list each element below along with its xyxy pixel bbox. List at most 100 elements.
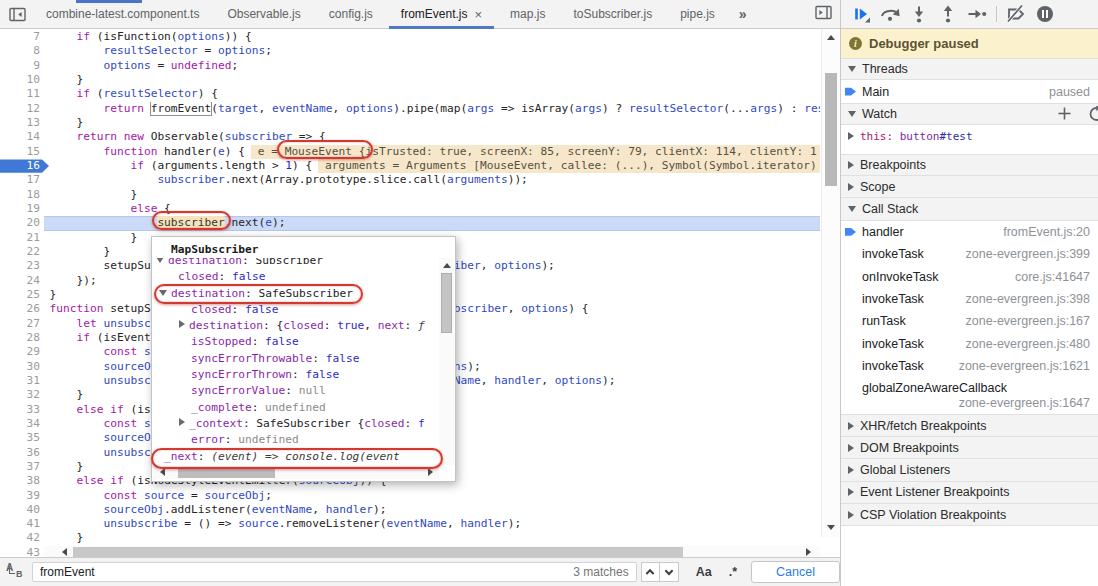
popup-property-row[interactable]: syncErrorThrowable: false (152, 351, 439, 367)
scroll-down-icon[interactable] (825, 521, 837, 533)
popup-property-row[interactable]: syncErrorThrown: false (152, 367, 439, 383)
line-number[interactable]: 14 (0, 130, 44, 144)
regex-button[interactable]: .* (729, 565, 737, 579)
line-number[interactable]: 42 (0, 531, 44, 545)
line-number[interactable]: 10 (0, 73, 44, 87)
line-number[interactable]: 27 (0, 317, 44, 331)
section-dom-breakpoints[interactable]: DOM Breakpoints (841, 437, 1098, 459)
replace-toggle-icon[interactable]: A B (6, 563, 26, 581)
line-number[interactable]: 26 (0, 302, 44, 316)
thread-row-main[interactable]: Main paused (841, 80, 1098, 102)
watch-expression-row[interactable]: this: button#test (841, 125, 1098, 147)
popup-property-row[interactable]: destination: {closed: true, next: ƒ (152, 318, 439, 334)
navigator-toggle-icon[interactable] (8, 6, 26, 22)
section-breakpoints[interactable]: Breakpoints (841, 154, 1098, 176)
line-number[interactable]: 20 (0, 216, 44, 230)
popup-property-row[interactable]: _complete: undefined (152, 400, 439, 416)
callstack-frame[interactable]: invokeTaskzone-evergreen.js:1621 (841, 355, 1098, 377)
line-number[interactable]: 9 (0, 59, 44, 73)
code-line[interactable]: 11 if (resultSelector) { (0, 87, 820, 101)
popup-property-row[interactable]: _context: SafeSubscriber {closed: f (152, 416, 439, 432)
tree-collapsed-icon[interactable] (179, 418, 185, 426)
section-watch[interactable]: Watch (841, 103, 1098, 125)
file-tab[interactable]: pipe.js (666, 0, 729, 29)
tree-collapsed-icon[interactable] (179, 320, 185, 328)
callstack-frame[interactable]: handlerfromEvent.js:20 (841, 221, 1098, 243)
code-line[interactable]: 18 } (0, 188, 820, 202)
line-number[interactable]: 34 (0, 417, 44, 431)
line-number[interactable]: 19 (0, 202, 44, 216)
popup-property-row[interactable]: isStopped: false (152, 334, 439, 350)
cancel-button[interactable]: Cancel (751, 561, 840, 583)
callstack-frame[interactable]: invokeTaskzone-evergreen.js:398 (841, 288, 1098, 310)
line-number[interactable]: 8 (0, 44, 44, 58)
line-number[interactable]: 17 (0, 173, 44, 187)
line-number[interactable]: 21 (0, 231, 44, 245)
code-line[interactable]: 16 if (arguments.length > 1) { arguments… (0, 159, 820, 173)
line-number[interactable]: 24 (0, 274, 44, 288)
search-previous-button[interactable] (641, 562, 660, 582)
section-callstack[interactable]: Call Stack (841, 198, 1098, 220)
section-event-listener-breakpoints[interactable]: Event Listener Breakpoints (841, 482, 1098, 504)
chevron-collapsed-icon[interactable] (848, 132, 854, 140)
line-number[interactable]: 13 (0, 116, 44, 130)
popup-property-row[interactable]: closed: false (152, 302, 439, 318)
code-line[interactable]: 12 return fromEvent(target, eventName, o… (0, 102, 820, 116)
callstack-frame[interactable]: invokeTaskzone-evergreen.js:480 (841, 333, 1098, 355)
code-line[interactable]: 13 } (0, 116, 820, 130)
step-out-icon[interactable] (935, 3, 961, 25)
line-number[interactable]: 11 (0, 87, 44, 101)
file-tab[interactable]: Observable.js (213, 0, 314, 29)
code-line[interactable]: 42 } (0, 531, 820, 545)
line-number[interactable]: 36 (0, 446, 44, 460)
section-xhr-fetch-breakpoints[interactable]: XHR/fetch Breakpoints (841, 414, 1098, 436)
file-tab[interactable]: combine-latest.component.ts (32, 0, 213, 29)
editor-vertical-scrollbar[interactable] (821, 29, 840, 537)
line-number[interactable]: 40 (0, 503, 44, 517)
line-number[interactable]: 7 (0, 30, 44, 44)
tab-overflow-button[interactable]: » (729, 6, 757, 22)
line-number[interactable]: 33 (0, 403, 44, 417)
scroll-up-icon[interactable] (825, 31, 837, 43)
step-over-icon[interactable] (877, 3, 903, 25)
callstack-frame[interactable]: invokeTaskzone-evergreen.js:399 (841, 243, 1098, 265)
file-tab[interactable]: config.js (315, 0, 387, 29)
search-input[interactable]: fromEvent 3 matches (32, 562, 637, 582)
line-number[interactable]: 37 (0, 460, 44, 474)
step-icon[interactable] (964, 3, 990, 25)
line-number[interactable]: 28 (0, 331, 44, 345)
popup-property-row[interactable]: syncErrorValue: null (152, 383, 439, 399)
match-case-button[interactable]: Aa (696, 565, 712, 579)
file-tab[interactable]: fromEvent.js× (387, 0, 496, 29)
resume-icon[interactable] (848, 3, 874, 25)
scroll-left-icon[interactable] (58, 546, 70, 557)
code-line[interactable]: 9 options = undefined; (0, 59, 820, 73)
callstack-frame[interactable]: runTaskzone-evergreen.js:167 (841, 310, 1098, 332)
line-number[interactable]: 41 (0, 517, 44, 531)
code-line[interactable]: 14 return new Observable(subscriber => { (0, 130, 820, 144)
line-number[interactable]: 39 (0, 489, 44, 503)
refresh-watch-icon[interactable] (1088, 106, 1098, 122)
popup-property-row[interactable]: error: undefined (152, 432, 439, 448)
deactivate-breakpoints-icon[interactable] (1003, 3, 1029, 25)
section-csp-violation-breakpoints[interactable]: CSP Violation Breakpoints (841, 504, 1098, 526)
line-number[interactable]: 32 (0, 388, 44, 402)
tab-close-icon[interactable]: × (475, 8, 483, 21)
code-line[interactable]: 17 subscriber.next(Array.prototype.slice… (0, 173, 820, 187)
line-number[interactable]: 35 (0, 431, 44, 445)
pause-on-exceptions-icon[interactable] (1032, 3, 1058, 25)
line-number[interactable]: 22 (0, 245, 44, 259)
section-global-listeners[interactable]: Global Listeners (841, 459, 1098, 481)
breakpoint-line-number[interactable]: 16 (0, 159, 44, 173)
code-editor[interactable]: 7 if (isFunction(options)) {8 resultSele… (0, 29, 840, 557)
code-line[interactable]: 19 else { (0, 202, 820, 216)
add-watch-icon[interactable] (1057, 106, 1072, 121)
code-line[interactable]: 39 const source = sourceObj; (0, 489, 820, 503)
code-line[interactable]: 7 if (isFunction(options)) { (0, 30, 820, 44)
section-threads[interactable]: Threads (841, 58, 1098, 80)
popup-vertical-scrollbar[interactable] (439, 258, 454, 465)
code-line[interactable]: 41 unsubscribe = () => source.removeList… (0, 517, 820, 531)
line-number[interactable]: 29 (0, 345, 44, 359)
editor-horizontal-scrollbar[interactable] (44, 546, 820, 557)
tree-expanded-icon[interactable] (156, 258, 164, 263)
